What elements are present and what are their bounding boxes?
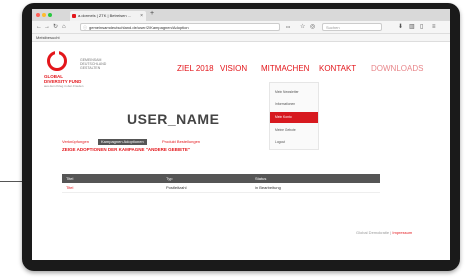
nav-ziel-2018[interactable]: ZIEL 2018 bbox=[177, 64, 214, 73]
row-title-link[interactable]: Titel bbox=[66, 183, 73, 192]
search-placeholder: Suchen bbox=[326, 25, 340, 30]
footer-text: Global Demokratie bbox=[356, 230, 390, 235]
browser-tab[interactable]: a.dormels | ZTK | Betreisen ... × bbox=[70, 11, 146, 21]
dropdown-item[interactable]: Logout bbox=[270, 137, 318, 148]
url-bar[interactable]: ⓘ gemeinsamdeutschland.de/user/2/Kampagn… bbox=[80, 23, 280, 31]
browser-tab-bar: a.dormels | ZTK | Betreisen ... × + bbox=[32, 9, 450, 21]
library-icon[interactable]: ▥ bbox=[409, 22, 415, 32]
row-type: Postleitzahl bbox=[166, 185, 187, 190]
pocket-icon[interactable]: ◎ bbox=[310, 22, 315, 32]
mitmachen-dropdown: Mein Newsletter Informationen Mein Konto… bbox=[269, 82, 319, 150]
column-header: Typ bbox=[166, 176, 173, 181]
bookmark-item[interactable]: Meistbesucht bbox=[36, 35, 60, 40]
back-icon[interactable]: ← bbox=[36, 22, 42, 32]
browser-toolbar: ← → ↻ ⌂ ⓘ gemeinsamdeutschland.de/user/2… bbox=[32, 21, 450, 34]
filter-heading: ZEIGE ADOPTIONEN DER KAMPAGNE "ANDERE GE… bbox=[62, 147, 191, 152]
table-row: Titel Postleitzahl in Bearbeitung bbox=[62, 183, 380, 193]
favicon-icon bbox=[72, 14, 76, 18]
tab-close-icon[interactable]: × bbox=[140, 11, 143, 21]
page-actions-icon[interactable]: ••• bbox=[286, 22, 290, 32]
nav-mitmachen[interactable]: MITMACHEN bbox=[261, 64, 309, 73]
row-status: in Bearbeitung bbox=[255, 185, 281, 190]
menu-icon[interactable]: ≡ bbox=[432, 22, 436, 32]
reload-icon[interactable]: ↻ bbox=[53, 22, 58, 32]
logo-text: GLOBAL DIVERSITY FUND bbox=[44, 74, 82, 84]
impressum-link[interactable]: Impressum bbox=[392, 230, 412, 235]
table-header: Titel Typ Status bbox=[62, 174, 380, 183]
dropdown-item-active[interactable]: Mein Konto bbox=[270, 112, 318, 123]
dropdown-item[interactable]: Mein Newsletter bbox=[270, 87, 318, 98]
close-window-dot[interactable] bbox=[36, 13, 40, 17]
nav-kontakt[interactable]: KONTAKT bbox=[319, 64, 356, 73]
column-header: Status bbox=[255, 176, 267, 181]
logo-subtitle: aus dem Krieg in den Frieden bbox=[44, 84, 84, 88]
column-header: Titel bbox=[66, 176, 74, 181]
adoptions-table: Titel Typ Status Titel Postleitzahl in B… bbox=[62, 174, 380, 193]
zoom-window-dot[interactable] bbox=[48, 13, 52, 17]
laptop-screen: a.dormels | ZTK | Betreisen ... × + ← → … bbox=[32, 9, 450, 260]
home-icon[interactable]: ⌂ bbox=[62, 22, 66, 32]
bookmark-star-icon[interactable]: ☆ bbox=[300, 22, 305, 32]
site-slogan: GEMEINSAM DEUTSCHLAND GESTALTEN bbox=[80, 58, 107, 70]
footer: Global Demokratie | Impressum bbox=[356, 230, 413, 235]
dropdown-item[interactable]: Informationen bbox=[270, 99, 318, 110]
logo-mark bbox=[55, 48, 59, 58]
info-icon: ⓘ bbox=[83, 25, 87, 30]
page-title: USER_NAME bbox=[127, 111, 220, 127]
tab-verknuepfungen[interactable]: Verknüpfungen bbox=[62, 139, 89, 145]
url-text: gemeinsamdeutschland.de/user/2/Kampagnen… bbox=[89, 25, 189, 30]
tab-title: a.dormels | ZTK | Betreisen ... bbox=[78, 13, 131, 18]
nav-vision[interactable]: VISION bbox=[220, 64, 247, 73]
search-input[interactable]: Suchen bbox=[322, 23, 382, 31]
bookmarks-bar: Meistbesucht bbox=[32, 34, 450, 42]
new-tab-button[interactable]: + bbox=[150, 10, 154, 17]
nav-downloads[interactable]: DOWNLOADS bbox=[371, 64, 423, 73]
dropdown-item[interactable]: Meine Gebote bbox=[270, 125, 318, 136]
forward-icon[interactable]: → bbox=[44, 22, 50, 32]
web-page: GLOBAL DIVERSITY FUND aus dem Krieg in d… bbox=[32, 43, 450, 260]
laptop-frame: a.dormels | ZTK | Betreisen ... × + ← → … bbox=[22, 3, 460, 271]
download-icon[interactable]: ⬇ bbox=[398, 22, 403, 32]
minimize-window-dot[interactable] bbox=[42, 13, 46, 17]
tab-produkt-bestellungen[interactable]: Produkt Bestellungen bbox=[162, 139, 200, 145]
tab-kampagnen-adoptionen[interactable]: Kampagnen Adoptionen bbox=[98, 139, 147, 145]
sidebar-icon[interactable]: ▯ bbox=[420, 22, 423, 32]
